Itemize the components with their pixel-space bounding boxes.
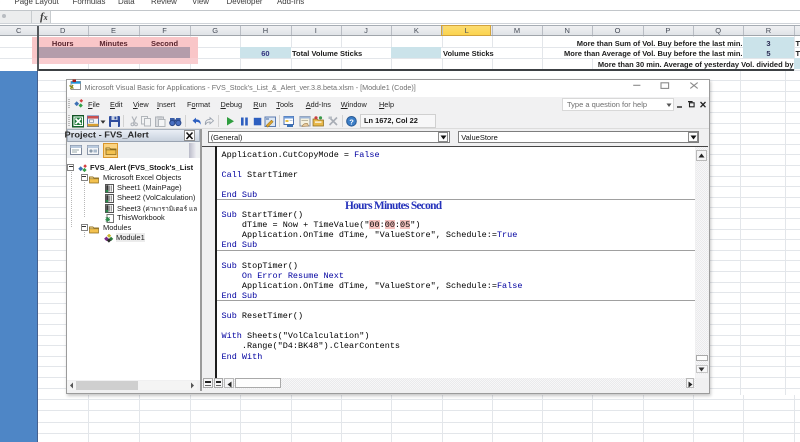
svg-text:?: ? [349,117,354,126]
